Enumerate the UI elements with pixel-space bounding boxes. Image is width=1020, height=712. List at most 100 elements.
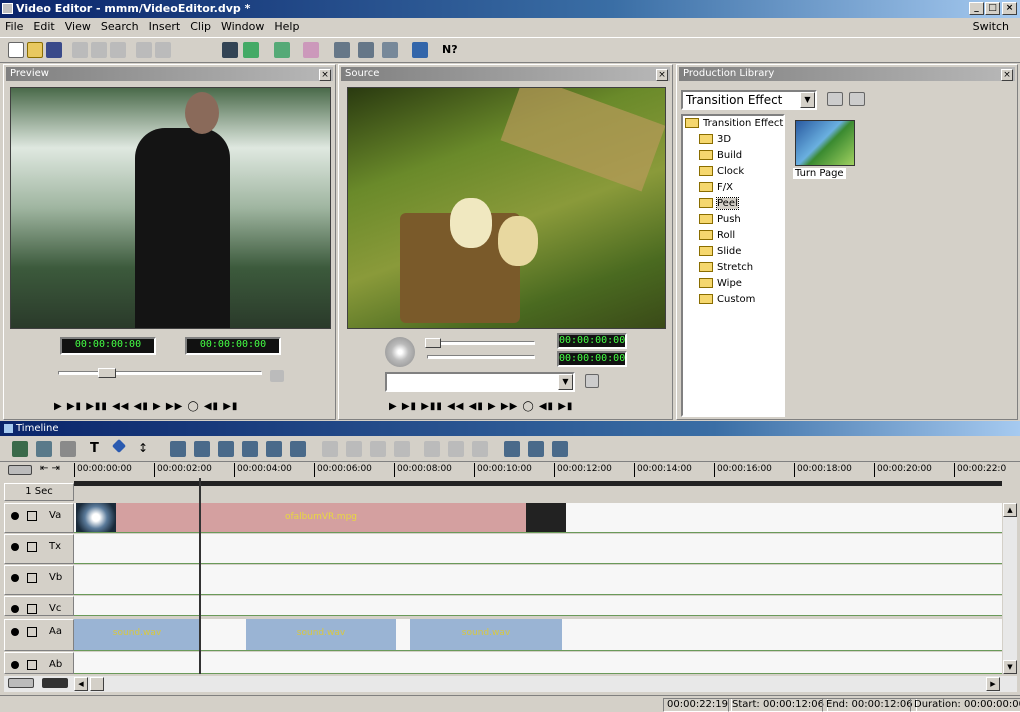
timeline-icon[interactable] <box>412 42 428 58</box>
redo-icon[interactable] <box>155 42 171 58</box>
large-icons-icon[interactable] <box>827 92 843 106</box>
tree-root[interactable]: Transition Effect <box>685 116 783 132</box>
timeline-hscroll[interactable]: ◀ ▶ <box>4 676 1017 692</box>
minimize-button[interactable]: _ <box>969 2 984 15</box>
lock-icon[interactable] <box>27 604 37 614</box>
timeline-scale[interactable]: 1 Sec <box>4 483 74 501</box>
eye-icon[interactable] <box>11 543 19 551</box>
scroll-down-icon[interactable]: ▼ <box>1003 660 1017 674</box>
audio-clip-2[interactable]: sound.wav <box>246 619 396 650</box>
cut-icon[interactable] <box>72 42 88 58</box>
turn-page-label[interactable]: Turn Page <box>793 168 846 179</box>
chevron-down-icon[interactable]: ▼ <box>800 92 815 108</box>
track-vc[interactable] <box>74 596 1002 616</box>
menu-view[interactable]: View <box>60 18 96 36</box>
disabled-icon-1[interactable] <box>322 441 338 457</box>
clip-icon-5[interactable] <box>266 441 282 457</box>
tree-item-wipe[interactable]: Wipe <box>699 276 742 292</box>
source-icon[interactable] <box>358 42 374 58</box>
new-icon[interactable] <box>8 42 24 58</box>
tree-item-3d[interactable]: 3D <box>699 132 731 148</box>
disabled-icon-4[interactable] <box>394 441 410 457</box>
tree-item-push[interactable]: Push <box>699 212 741 228</box>
split-icon[interactable] <box>36 441 52 457</box>
track-header-aa[interactable]: Aa <box>4 619 74 651</box>
scroll-thumb[interactable] <box>90 677 104 691</box>
find-icon[interactable] <box>222 42 238 58</box>
disabled-icon-3[interactable] <box>370 441 386 457</box>
cd-icon[interactable] <box>385 337 415 367</box>
preview-icon[interactable] <box>334 42 350 58</box>
disabled-icon-6[interactable] <box>448 441 464 457</box>
switch-button[interactable]: Switch <box>968 18 1014 36</box>
chevron-down-icon[interactable]: ▼ <box>558 374 573 390</box>
source-slider-1[interactable] <box>427 341 535 345</box>
track-header-vc[interactable]: Vc <box>4 596 74 616</box>
clip-thumb-end[interactable] <box>526 503 566 532</box>
tree-item-build[interactable]: Build <box>699 148 742 164</box>
source-list-icon[interactable] <box>585 374 599 388</box>
menu-edit[interactable]: Edit <box>28 18 59 36</box>
preview-options-icon[interactable] <box>270 370 284 382</box>
eye-icon[interactable] <box>11 512 19 520</box>
clip-icon-3[interactable] <box>218 441 234 457</box>
track-header-vb[interactable]: Vb <box>4 565 74 595</box>
lock-icon[interactable] <box>27 511 37 521</box>
track-icon[interactable] <box>12 441 28 457</box>
lock-icon[interactable] <box>27 573 37 583</box>
ruler-nav-icon[interactable]: ⇤ ⇥ <box>40 463 60 474</box>
tree-item-roll[interactable]: Roll <box>699 228 735 244</box>
track-tx[interactable] <box>74 534 1002 564</box>
updown-icon[interactable]: ↕ <box>138 441 154 457</box>
menu-clip[interactable]: Clip <box>185 18 216 36</box>
track-header-va[interactable]: Va <box>4 503 74 533</box>
source-slider-thumb[interactable] <box>425 338 441 348</box>
preview-close-icon[interactable]: × <box>319 69 331 81</box>
menu-window[interactable]: Window <box>216 18 269 36</box>
eye-icon[interactable] <box>11 605 19 613</box>
menu-help[interactable]: Help <box>269 18 304 36</box>
menu-search[interactable]: Search <box>96 18 144 36</box>
clip-icon-1[interactable] <box>170 441 186 457</box>
video-clip[interactable]: ofalbumVR.mpg <box>116 503 526 532</box>
menu-file[interactable]: File <box>0 18 28 36</box>
track-header-ab[interactable]: Ab <box>4 652 74 674</box>
disabled-icon-2[interactable] <box>346 441 362 457</box>
preview-scrub-slider[interactable] <box>58 371 262 375</box>
clip-icon-2[interactable] <box>194 441 210 457</box>
disabled-icon-5[interactable] <box>424 441 440 457</box>
timeline-ruler[interactable]: 00:00:00:00 00:00:02:00 00:00:04:00 00:0… <box>74 463 1006 487</box>
scroll-right-icon[interactable]: ▶ <box>986 677 1000 691</box>
record-icon[interactable] <box>274 42 290 58</box>
scroll-up-icon[interactable]: ▲ <box>1003 503 1017 517</box>
eye-icon[interactable] <box>11 574 19 582</box>
source-clip-dropdown[interactable]: ▼ <box>385 372 575 392</box>
library-icon[interactable] <box>382 42 398 58</box>
turn-page-thumbnail[interactable] <box>795 120 855 166</box>
track-va[interactable]: ofalbumVR.mpg <box>74 503 1002 533</box>
paste-icon[interactable] <box>110 42 126 58</box>
source-close-icon[interactable]: × <box>656 69 668 81</box>
source-transport[interactable]: ▶ ▶▮ ▶▮▮ ◀◀ ◀▮ ▶ ▶▶ ◯ ◀▮ ▶▮ <box>389 401 573 413</box>
tree-item-peel[interactable]: Peel <box>699 196 739 212</box>
speaker-icon[interactable] <box>11 628 19 636</box>
delete-icon[interactable] <box>60 441 76 457</box>
zoom-level-icon[interactable] <box>42 678 68 688</box>
track-header-tx[interactable]: Tx <box>4 534 74 564</box>
disabled-icon-7[interactable] <box>472 441 488 457</box>
maximize-button[interactable]: □ <box>985 2 1000 15</box>
track-aa[interactable]: sound.wav sound.wav sound.wav <box>74 619 1002 651</box>
open-icon[interactable] <box>27 42 43 58</box>
lock-icon[interactable] <box>27 660 37 670</box>
library-close-icon[interactable]: × <box>1001 69 1013 81</box>
list-view-icon[interactable] <box>849 92 865 106</box>
menu-insert[interactable]: Insert <box>144 18 186 36</box>
zoom-slider-icon[interactable] <box>8 678 34 688</box>
preview-scrub-thumb[interactable] <box>98 368 116 378</box>
tree-item-custom[interactable]: Custom <box>699 292 755 308</box>
tree-item-slide[interactable]: Slide <box>699 244 741 260</box>
zoom-out-icon[interactable] <box>552 441 568 457</box>
save-icon[interactable] <box>46 42 62 58</box>
clip-icon-4[interactable] <box>242 441 258 457</box>
close-button[interactable]: × <box>1002 2 1017 15</box>
